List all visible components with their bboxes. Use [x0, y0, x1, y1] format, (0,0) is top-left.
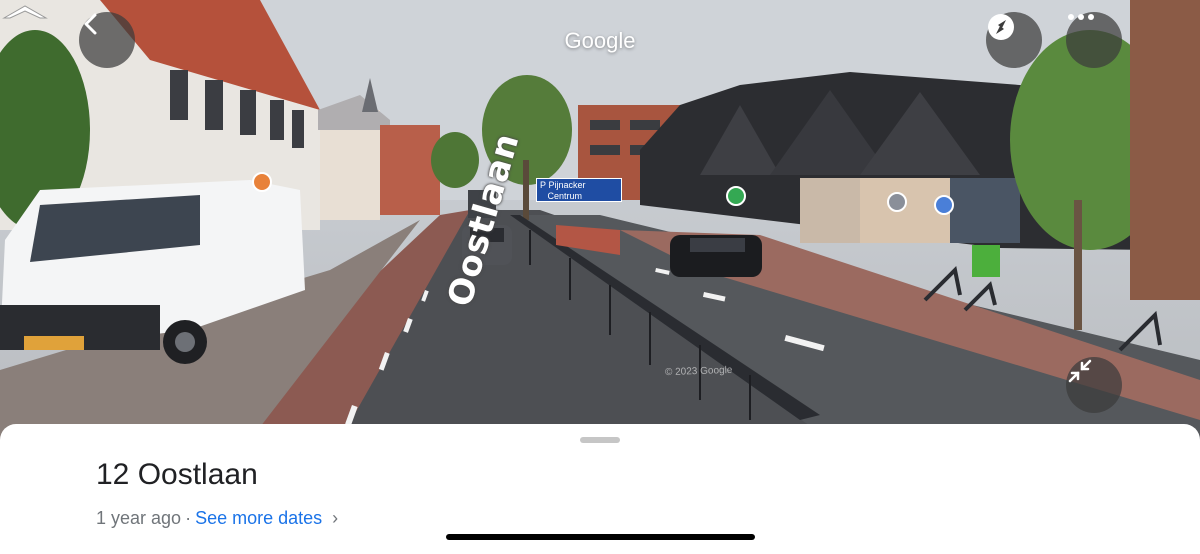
back-button[interactable]	[79, 12, 135, 68]
imagery-date-row: 1 year ago · See more dates ›	[96, 508, 338, 529]
store-poi-icon[interactable]	[934, 195, 954, 215]
shopping-poi-icon[interactable]	[887, 192, 907, 212]
separator: ·	[185, 508, 192, 528]
restaurant-poi-icon[interactable]	[252, 172, 272, 192]
parking-sign: P Pijnacker Centrum	[536, 178, 622, 202]
more-horizontal-icon	[1068, 14, 1094, 20]
collapse-icon	[1068, 359, 1092, 383]
home-indicator	[446, 534, 755, 540]
copyright-watermark: © 2023 Google	[664, 364, 733, 379]
more-options-button[interactable]	[1066, 12, 1122, 68]
see-more-dates-link[interactable]: See more dates	[195, 508, 322, 529]
compass-icon	[988, 14, 1014, 40]
place-title: 12 Oostlaan	[96, 458, 258, 491]
chevron-right-icon[interactable]: ›	[332, 508, 338, 529]
location-poi-icon[interactable]	[726, 186, 746, 206]
navigation-arrow-icon[interactable]	[0, 0, 50, 22]
sheet-drag-handle[interactable]	[580, 437, 620, 443]
collapse-view-button[interactable]	[1066, 357, 1122, 413]
imagery-age: 1 year ago	[96, 508, 182, 528]
chevron-left-icon	[84, 13, 97, 35]
place-info-sheet[interactable]: 12 Oostlaan 1 year ago · See more dates …	[0, 424, 1200, 554]
compass-button[interactable]	[986, 12, 1042, 68]
street-view-panorama[interactable]: Oostlaan P Pijnacker Centrum © 2023 Goog…	[0, 0, 1200, 440]
